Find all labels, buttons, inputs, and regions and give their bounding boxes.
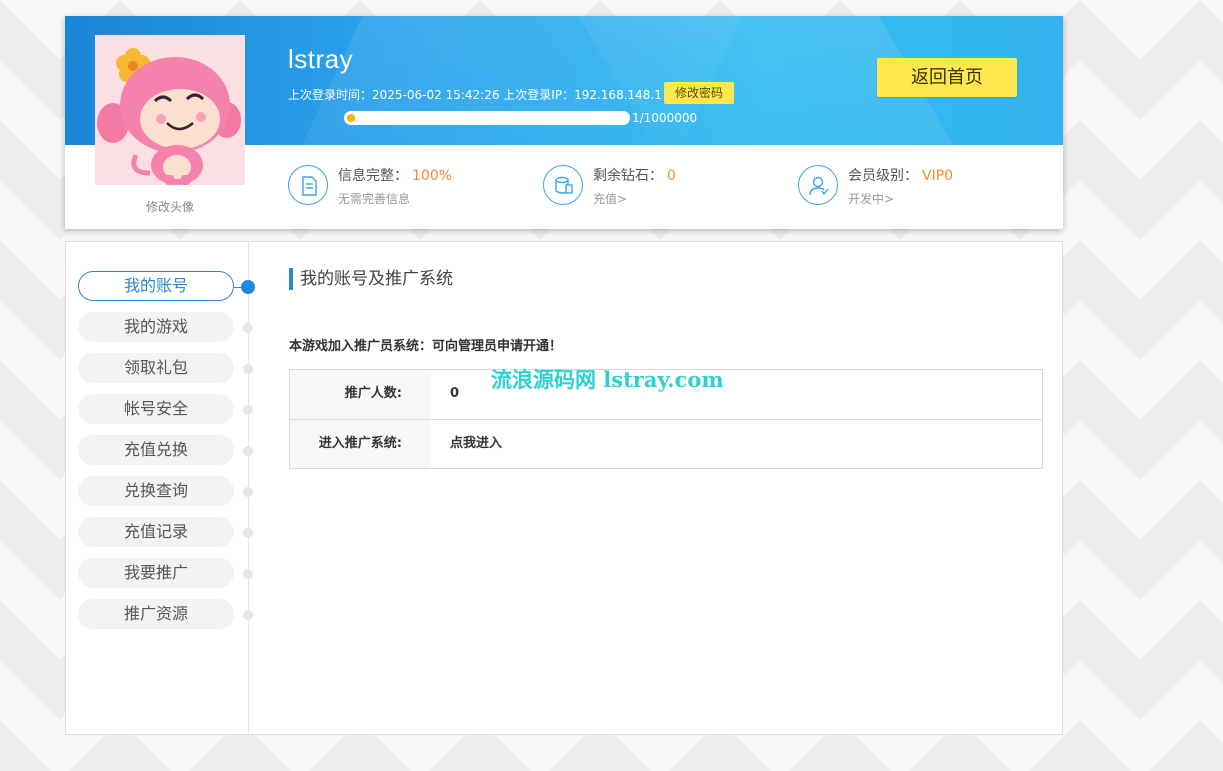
nav-dot [243,569,253,579]
sidebar-item-promo-resources[interactable]: 推广资源 [78,599,234,629]
sidebar-item-account-security[interactable]: 帐号安全 [78,394,234,424]
row-label: 推广人数: [290,370,430,419]
experience-progress-bar [344,111,630,125]
stat-subtext: 无需完善信息 [338,192,411,206]
nav-dot [241,280,255,294]
progress-fill [347,114,355,122]
last-ip: 192.168.148.1 [574,88,662,102]
promoted-count-value: 0 [450,386,460,401]
account-main-panel: 我的账号 我的游戏 领取礼包 帐号安全 充值兑换 兑换查询 充值记录 我要推广 … [65,241,1063,735]
nav-dot [243,446,253,456]
table-row: 进入推广系统: 点我进入 [290,419,1042,468]
avatar-image [95,35,245,185]
stat-value: VIP0 [922,168,954,184]
user-header-card: lstray 上次登录时间：2025-06-02 15:42:26 上次登录IP… [65,16,1063,229]
change-password-button[interactable]: 修改密码 [664,82,734,104]
username: lstray [288,44,354,74]
avatar[interactable] [95,35,245,185]
user-icon [798,165,838,205]
nav-dot [243,487,253,497]
stat-label: 剩余钻石： [593,168,663,184]
nav-dot [243,528,253,538]
last-login-time: 2025-06-02 15:42:26 [372,88,500,102]
stat-label: 会员级别： [848,168,918,184]
stat-info-completeness: 信息完整： 100% 无需完善信息 [288,164,518,208]
sidebar-item-gift-packs[interactable]: 领取礼包 [78,353,234,383]
stat-diamonds: 剩余钻石： 0 充值> [543,164,773,208]
promoter-notice: 本游戏加入推广员系统：可向管理员申请开通！ [289,339,563,354]
recharge-link[interactable]: 充值> [593,190,627,207]
sidebar-item-recharge-exchange[interactable]: 充值兑换 [78,435,234,465]
stat-label: 信息完整： [338,168,408,184]
stat-value: 0 [667,168,676,184]
stat-value: 100% [412,168,453,184]
nav-dot [243,323,253,333]
nav-dot [243,405,253,415]
nav-dot [243,364,253,374]
watermark-text: 流浪源码网 lstray.com [491,367,724,392]
sidebar-nav: 我的账号 我的游戏 领取礼包 帐号安全 充值兑换 兑换查询 充值记录 我要推广 … [66,242,255,734]
stat-member-level: 会员级别： VIP0 开发中> [798,164,1028,208]
sidebar-item-my-games[interactable]: 我的游戏 [78,312,234,342]
last-login-info: 上次登录时间：2025-06-02 15:42:26 上次登录IP：192.16… [288,86,662,103]
row-label: 进入推广系统: [290,420,430,468]
nav-dot [243,610,253,620]
return-home-button[interactable]: 返回首页 [877,58,1017,97]
document-icon [288,165,328,205]
sidebar-item-recharge-records[interactable]: 充值记录 [78,517,234,547]
last-login-label: 上次登录时间： [288,88,373,102]
in-development-link[interactable]: 开发中> [848,190,894,207]
sidebar-item-exchange-query[interactable]: 兑换查询 [78,476,234,506]
sidebar-item-promote[interactable]: 我要推广 [78,558,234,588]
progress-text: 1/1000000 [632,111,698,125]
page-title: 我的账号及推广系统 [289,268,453,290]
change-avatar-link[interactable]: 修改头像 [95,198,245,215]
database-icon [543,165,583,205]
sidebar-item-my-account[interactable]: 我的账号 [78,271,234,301]
enter-promotion-link[interactable]: 点我进入 [450,420,502,468]
last-ip-label: 上次登录IP： [503,88,575,102]
